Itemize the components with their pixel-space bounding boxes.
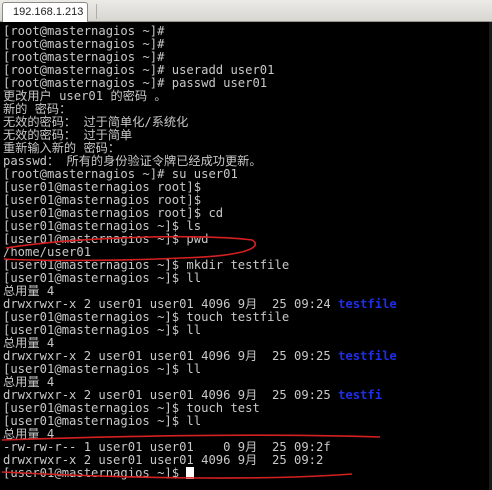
- directory-name: testfile: [338, 297, 397, 311]
- terminal-text: [user01@masternagios ~]$ touch test: [3, 401, 260, 415]
- terminal-text: [user01@masternagios ~]$ touch testfile: [3, 310, 290, 324]
- terminal-text: 总用量 4: [3, 284, 55, 298]
- terminal-text: 更改用户 user01 的密码 。: [3, 89, 167, 103]
- terminal-text: [user01@masternagios ~]$ ll: [3, 271, 202, 285]
- tab-separator: [96, 4, 97, 19]
- terminal-window[interactable]: [root@masternagios ~]# [root@masternagios…: [0, 22, 492, 490]
- terminal-text: 重新输入新的 密码：: [3, 141, 121, 155]
- session-tab[interactable]: 192.168.1.213: [2, 2, 88, 22]
- terminal-text: [user01@masternagios ~]$: [3, 466, 187, 480]
- terminal-text: drwxrwxr-x 2 user01 user01 4096 9月 25 09…: [3, 297, 339, 311]
- terminal-text: -rw-rw-r-- 1 user01 user01 0 9月 25 09:2f: [3, 440, 331, 454]
- terminal-text: drwxrwxr-x 2 user01 user01 4096 9月 25 09…: [3, 388, 339, 402]
- terminal-text: 新的 密码：: [3, 102, 72, 116]
- terminal-text: 无效的密码： 过于简单化/系统化: [3, 115, 189, 129]
- terminal-text: [user01@masternagios ~]$ ls: [3, 219, 202, 233]
- terminal-text: [root@masternagios ~]# useradd user01: [3, 63, 275, 77]
- terminal-text: [user01@masternagios ~]$ pwd: [3, 232, 209, 246]
- terminal-text: 总用量 4: [3, 336, 55, 350]
- terminal-text: [root@masternagios ~]#: [3, 37, 165, 51]
- terminal-text: [root@masternagios ~]#: [3, 24, 165, 38]
- tab-bar: 192.168.1.213: [0, 0, 492, 22]
- terminal-text: [user01@masternagios root]$: [3, 180, 202, 194]
- terminal-text: [root@masternagios ~]#: [3, 50, 165, 64]
- terminal-text: [root@masternagios ~]# su user01: [3, 167, 238, 181]
- terminal-text: 无效的密码： 过于简单: [3, 128, 133, 142]
- terminal-text: /home/user01: [3, 245, 92, 259]
- terminal-text: [user01@masternagios ~]$ ll: [3, 323, 202, 337]
- terminal-text: [user01@masternagios root]$: [3, 193, 202, 207]
- directory-name: testfi: [338, 388, 383, 402]
- terminal-text: [user01@masternagios ~]$ ll: [3, 414, 202, 428]
- terminal-text: drwxrwxr-x 2 user01 user01 4096 9月 25 09…: [3, 453, 324, 467]
- terminal-text: drwxrwxr-x 2 user01 user01 4096 9月 25 09…: [3, 349, 339, 363]
- terminal-text: 总用量 4: [3, 375, 55, 389]
- terminal-line: [user01@masternagios ~]$: [3, 466, 195, 480]
- terminal-text: [user01@masternagios ~]$ mkdir testfile: [3, 258, 290, 272]
- terminal-text: passwd： 所有的身份验证令牌已经成功更新。: [3, 154, 262, 168]
- terminal-text: [user01@masternagios ~]$ ll: [3, 362, 202, 376]
- terminal-text: [user01@masternagios root]$ cd: [3, 206, 224, 220]
- directory-name: testfile: [338, 349, 397, 363]
- terminal-text: 总用量 4: [3, 427, 55, 441]
- terminal-text: [root@masternagios ~]# passwd user01: [3, 76, 268, 90]
- terminal-cursor: [186, 467, 195, 479]
